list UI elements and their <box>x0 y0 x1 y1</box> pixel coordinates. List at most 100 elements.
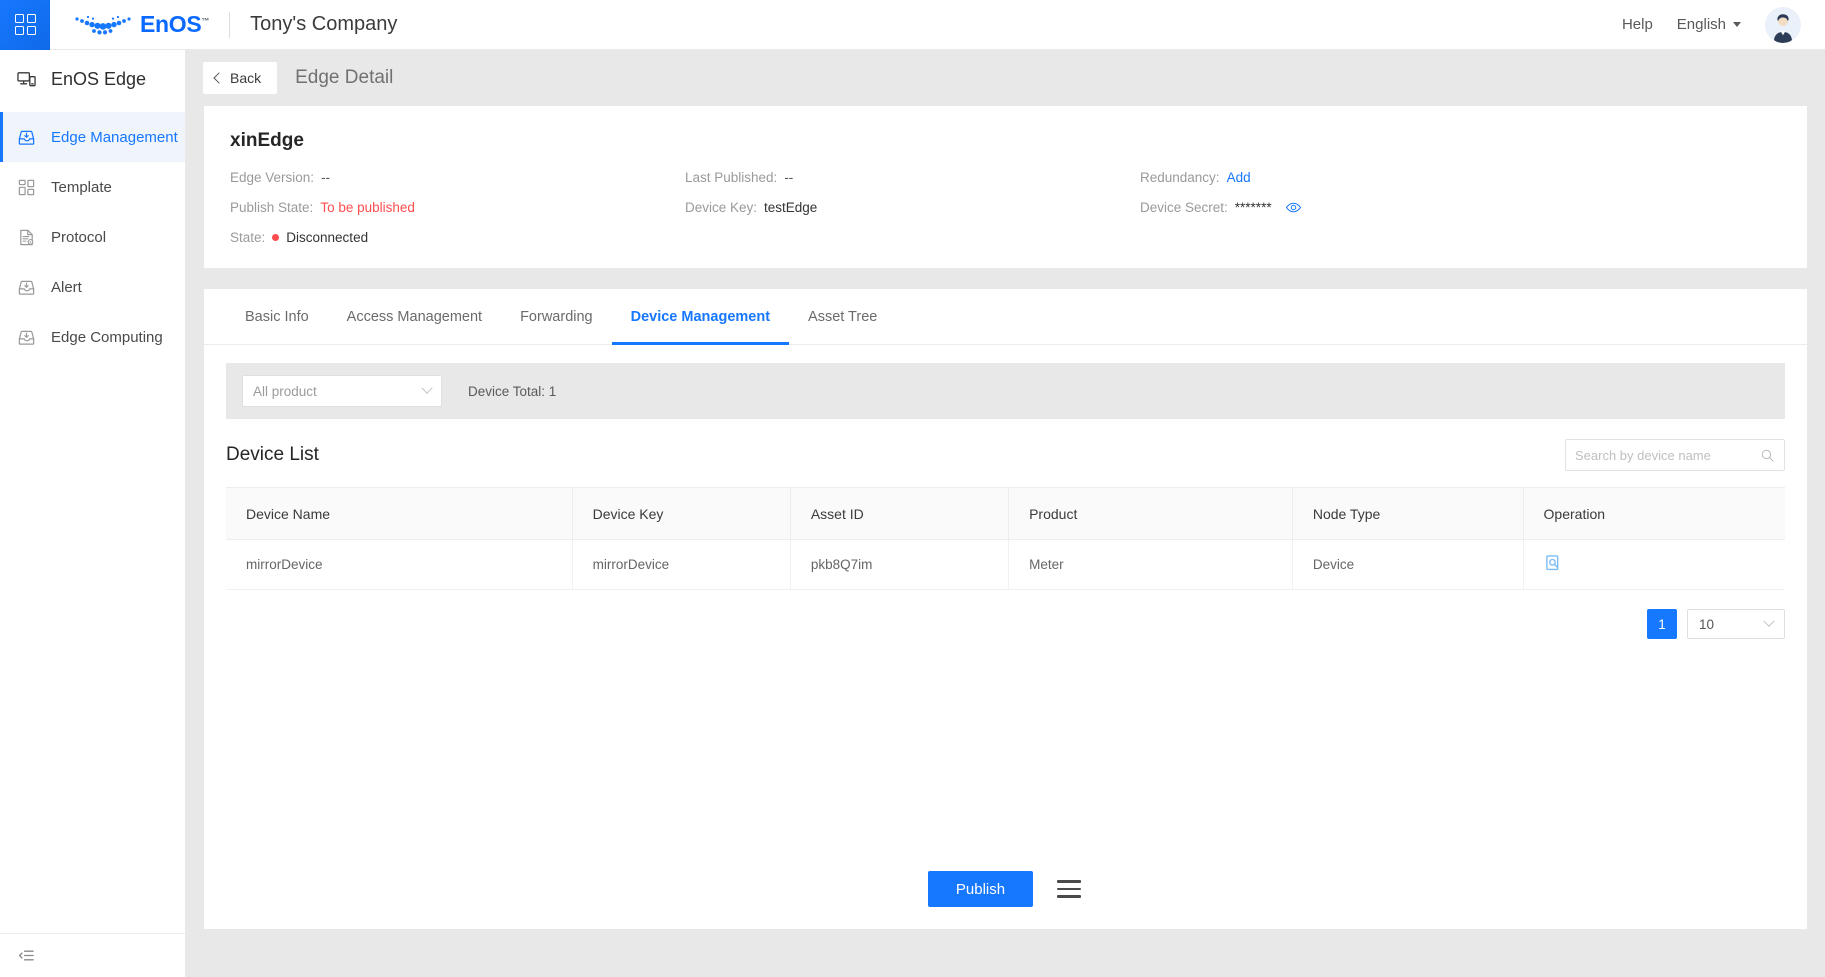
sidebar-item-edge-computing[interactable]: Edge Computing <box>0 312 185 362</box>
layout-blocks-icon <box>17 178 36 197</box>
meta-edge-version: Edge Version: -- <box>230 170 685 185</box>
inbox-download-icon <box>17 128 36 147</box>
pagination: 1 10 <box>226 609 1785 639</box>
cell-operation <box>1523 540 1785 590</box>
enos-wordmark-text: EnOS <box>140 11 201 37</box>
sidebar-item-alert[interactable]: Alert <box>0 262 185 312</box>
sidebar-menu: Edge Management Template Protocol <box>0 108 185 362</box>
page-title: Edge Detail <box>295 67 393 89</box>
device-secret-value: ******* <box>1235 200 1272 215</box>
inbox-download-icon <box>17 328 36 347</box>
tab-device-management[interactable]: Device Management <box>612 289 789 345</box>
chevron-down-icon <box>421 383 432 394</box>
tab-basic-info[interactable]: Basic Info <box>226 289 328 345</box>
card-gap <box>186 268 1825 289</box>
meta-value: testEdge <box>764 200 817 215</box>
device-list-header: Device List <box>226 439 1785 471</box>
meta-device-secret: Device Secret: ******* <box>1140 199 1781 216</box>
meta-value: -- <box>321 170 330 185</box>
tab-label: Basic Info <box>245 309 309 325</box>
view-detail-icon[interactable] <box>1544 554 1562 572</box>
detail-tabs: Basic Info Access Management Forwarding … <box>204 289 1807 345</box>
product-filter-select[interactable]: All product <box>242 375 442 407</box>
tab-asset-tree[interactable]: Asset Tree <box>789 289 896 345</box>
brand-divider <box>229 12 230 38</box>
footer-actions: Publish <box>204 871 1807 907</box>
avatar[interactable] <box>1765 7 1801 43</box>
cell-product: Meter <box>1009 540 1293 590</box>
edge-meta-grid: Edge Version: -- Last Published: -- Redu… <box>230 170 1781 245</box>
page-size-value: 10 <box>1699 617 1714 632</box>
back-button-label: Back <box>230 70 261 86</box>
state-value: Disconnected <box>286 230 368 245</box>
device-search-box[interactable] <box>1565 439 1785 471</box>
page-content: Back Edge Detail xinEdge Edge Version: -… <box>186 50 1825 977</box>
tab-label: Asset Tree <box>808 309 877 325</box>
cell-node-type: Device <box>1292 540 1523 590</box>
enos-swoosh-icon <box>72 12 134 38</box>
eye-reveal-icon[interactable] <box>1285 199 1302 216</box>
column-header-node-type: Node Type <box>1292 488 1523 540</box>
hamburger-menu-icon[interactable] <box>1055 876 1083 902</box>
column-header-asset-id: Asset ID <box>790 488 1008 540</box>
tab-label: Access Management <box>347 309 482 325</box>
table-row[interactable]: mirrorDevice mirrorDevice pkb8Q7im Meter… <box>226 540 1785 590</box>
meta-last-published: Last Published: -- <box>685 170 1140 185</box>
column-header-device-name: Device Name <box>226 488 572 540</box>
edge-device-icon <box>17 70 36 89</box>
sidebar-item-edge-management[interactable]: Edge Management <box>0 112 185 162</box>
status-dot-icon <box>272 234 279 241</box>
user-avatar-icon <box>1765 7 1801 43</box>
column-header-product: Product <box>1009 488 1293 540</box>
back-button[interactable]: Back <box>203 62 277 94</box>
sidebar-item-template[interactable]: Template <box>0 162 185 212</box>
device-total-label: Device Total: 1 <box>468 384 556 399</box>
page-size-select[interactable]: 10 <box>1687 609 1785 639</box>
device-list-title: Device List <box>226 444 319 466</box>
tab-label: Forwarding <box>520 309 593 325</box>
meta-redundancy: Redundancy: Add <box>1140 170 1781 185</box>
language-label: English <box>1677 16 1726 33</box>
chevron-down-icon <box>1733 22 1741 27</box>
meta-value: -- <box>784 170 793 185</box>
sidebar-item-label: Alert <box>51 279 82 296</box>
search-icon[interactable] <box>1760 448 1775 463</box>
sidebar-item-label: Edge Computing <box>51 329 163 346</box>
meta-device-key: Device Key: testEdge <box>685 199 1140 216</box>
top-header-bar: EnOS™ Tony's Company Help English <box>0 0 1825 50</box>
meta-label: Publish State: <box>230 200 313 215</box>
meta-label: Device Key: <box>685 200 757 215</box>
meta-label: Redundancy: <box>1140 170 1220 185</box>
sidebar-collapse-button[interactable] <box>0 933 185 977</box>
publish-button[interactable]: Publish <box>928 871 1033 907</box>
page-header: Back Edge Detail <box>186 50 1825 106</box>
app-launcher-button[interactable] <box>0 0 50 50</box>
sidebar-title-label: EnOS Edge <box>51 69 146 90</box>
collapse-sidebar-icon <box>17 946 36 965</box>
tab-forwarding[interactable]: Forwarding <box>501 289 612 345</box>
tab-access-management[interactable]: Access Management <box>328 289 501 345</box>
redundancy-add-link[interactable]: Add <box>1227 170 1251 185</box>
edge-summary-card: xinEdge Edge Version: -- Last Published:… <box>204 106 1807 268</box>
sidebar-item-protocol[interactable]: Protocol <box>0 212 185 262</box>
column-header-device-key: Device Key <box>572 488 790 540</box>
language-selector[interactable]: English <box>1677 16 1741 33</box>
help-link[interactable]: Help <box>1622 16 1653 33</box>
device-table-head: Device Name Device Key Asset ID Product … <box>226 488 1785 540</box>
sidebar-title: EnOS Edge <box>0 50 185 108</box>
document-settings-icon <box>17 228 36 247</box>
sidebar-item-label: Edge Management <box>51 129 178 146</box>
page-number-1[interactable]: 1 <box>1647 609 1677 639</box>
device-table: Device Name Device Key Asset ID Product … <box>226 487 1785 590</box>
sidebar-item-label: Template <box>51 179 112 196</box>
top-header-right: Help English <box>1622 7 1825 43</box>
grid-apps-icon <box>15 14 36 35</box>
search-input[interactable] <box>1575 448 1760 463</box>
edge-name: xinEdge <box>230 130 1781 152</box>
tab-label: Device Management <box>631 309 770 325</box>
meta-label: Last Published: <box>685 170 777 185</box>
cell-device-name: mirrorDevice <box>226 540 572 590</box>
sidebar-item-label: Protocol <box>51 229 106 246</box>
chevron-down-icon <box>1763 616 1774 627</box>
chevron-left-icon <box>213 72 224 83</box>
